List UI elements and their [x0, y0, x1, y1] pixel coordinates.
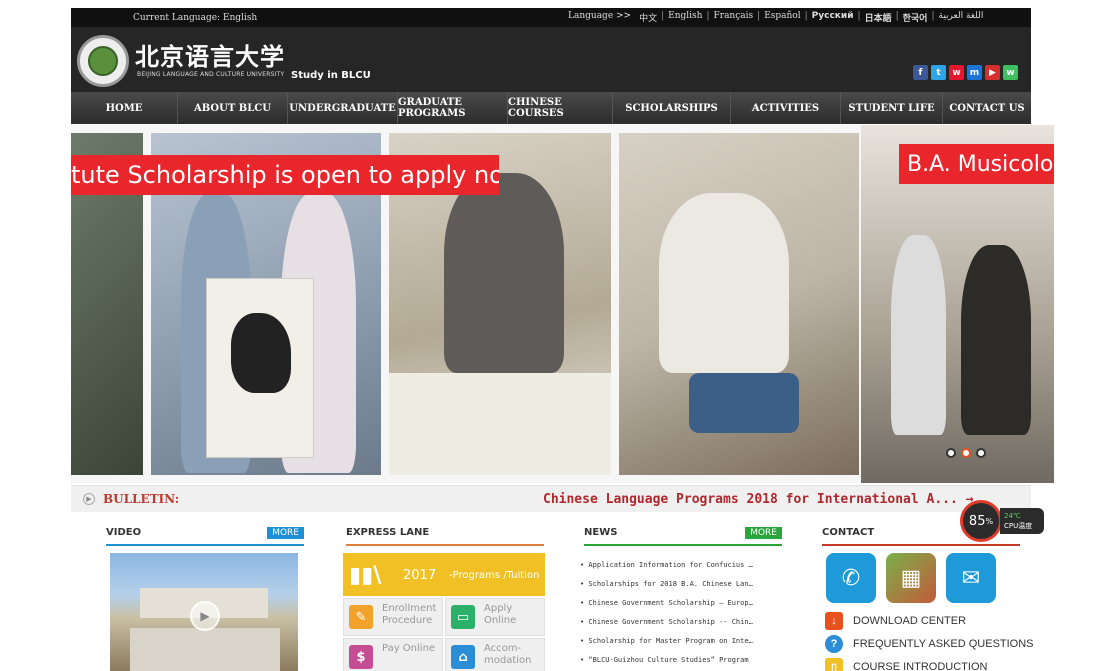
mail-icon[interactable]: ✉ [946, 553, 996, 603]
bulletin-label: BULLETIN: [103, 492, 180, 506]
video-title: VIDEO [106, 527, 142, 538]
slider-dot-3[interactable] [976, 448, 986, 458]
lang-korean[interactable]: 한국어 [899, 11, 932, 24]
book-icon: ▯ [825, 658, 843, 671]
lang-french[interactable]: Français [710, 11, 758, 24]
slider-dots [946, 448, 986, 458]
programs-tuition-banner[interactable]: ▮▮\ 2017 -Programs /Tuition [343, 553, 545, 596]
nav-chinese-courses[interactable]: CHINESE COURSES [508, 92, 613, 124]
programs-tuition-label: -Programs /Tuition [449, 570, 540, 581]
apply-online-tile[interactable]: ▭ Apply Online [445, 598, 545, 636]
accommodation-icon: ⌂ [451, 645, 475, 669]
enrollment-procedure-tile[interactable]: ✎ Enrollment Procedure [343, 598, 443, 636]
slider-dot-2[interactable] [961, 448, 971, 458]
video-section-header: VIDEO MORE [106, 524, 304, 546]
accommodation-tile[interactable]: ⌂ Accom-modation [445, 638, 545, 671]
study-in-blcu: Study in BLCU [291, 70, 371, 81]
pay-online-label: Pay Online [382, 643, 436, 654]
wechat-icon[interactable]: w [1003, 65, 1018, 80]
messenger-icon[interactable]: m [967, 65, 982, 80]
cpu-temp-box: 24℃ CPU温度 [1000, 508, 1044, 534]
nav-activities[interactable]: ACTIVITIES [731, 92, 841, 124]
news-list: • Application Information for Confucius … [580, 556, 785, 670]
download-center-label: DOWNLOAD CENTER [853, 615, 967, 627]
slide-caption-musicology[interactable]: B.A. Musicolo [899, 144, 1054, 184]
video-more-button[interactable]: MORE [267, 527, 304, 539]
language-switcher: Language >> 中文 | English | Français | Españ… [564, 11, 987, 24]
nav-about-blcu[interactable]: ABOUT BLCU [178, 92, 288, 124]
apply-online-icon: ▭ [451, 605, 475, 629]
lang-japanese[interactable]: 日本語 [861, 11, 896, 24]
site-header: 北京语言大学 BEIJING LANGUAGE AND CULTURE UNIV… [71, 27, 1031, 92]
enrollment-procedure-label: Enrollment Procedure [382, 603, 437, 626]
bulletin-bar: ▶ BULLETIN: Chinese Language Programs 20… [71, 485, 1031, 512]
cpu-temp: 24℃ [1004, 512, 1021, 520]
top-bar: Current Language: English Language >> 中文… [71, 8, 1031, 27]
course-introduction-link[interactable]: ▯ COURSE INTRODUCTION [825, 658, 987, 671]
pay-online-tile[interactable]: $ Pay Online [343, 638, 443, 671]
weibo-icon[interactable]: w [949, 65, 964, 80]
cpu-temp-label: CPU温度 [1004, 522, 1033, 530]
news-item[interactable]: • Scholarships for 2018 B.A. Chinese Lan… [580, 575, 785, 594]
news-item[interactable]: • “BLCU-Guizhou Culture Studies” Program [580, 651, 785, 670]
news-item[interactable]: • Application Information for Confucius … [580, 556, 785, 575]
lang-arabic[interactable]: اللغة العربية [935, 11, 988, 24]
language-prefix: Language >> [568, 11, 632, 21]
logo-chinese-name[interactable]: 北京语言大学 [135, 37, 285, 72]
cpu-percent-unit: % [985, 516, 994, 526]
pay-online-icon: $ [349, 645, 373, 669]
faq-label: FREQUENTLY ASKED QUESTIONS [853, 638, 1034, 650]
download-icon: ↓ [825, 612, 843, 630]
university-seal-logo[interactable] [77, 35, 129, 87]
lang-spanish[interactable]: Español [760, 11, 804, 24]
cpu-temperature-widget[interactable]: 85% 24℃ CPU温度 [960, 500, 1050, 542]
cpu-percent: 85 [968, 513, 986, 529]
logo-english-name: BEIJING LANGUAGE AND CULTURE UNIVERSITY [137, 71, 285, 78]
campus-map-icon[interactable]: ▦ [886, 553, 936, 603]
cpu-usage-ring: 85% [960, 500, 1002, 542]
phone-icon[interactable]: ✆ [826, 553, 876, 603]
nav-home[interactable]: HOME [71, 92, 178, 124]
accommodation-label: Accom-modation [484, 643, 532, 666]
slider-dot-1[interactable] [946, 448, 956, 458]
news-section-header: NEWS MORE [584, 524, 782, 546]
faq-link[interactable]: ? FREQUENTLY ASKED QUESTIONS [825, 635, 1034, 653]
nav-contact-us[interactable]: CONTACT US [943, 92, 1031, 124]
programs-year: 2017 [403, 568, 437, 583]
enrollment-procedure-icon: ✎ [349, 605, 373, 629]
question-icon: ? [825, 635, 843, 653]
social-links: f t w m ▶ w [913, 65, 1018, 80]
bulletin-arrow-icon: ▶ [83, 493, 95, 505]
slide-caption-scholarship[interactable]: tute Scholarship is open to apply now! [71, 155, 499, 195]
lang-english[interactable]: English [664, 11, 706, 24]
express-title: EXPRESS LANE [346, 527, 430, 538]
bulletin-headline[interactable]: Chinese Language Programs 2018 for Inter… [543, 492, 973, 507]
news-title: NEWS [584, 527, 618, 538]
nav-scholarships[interactable]: SCHOLARSHIPS [613, 92, 731, 124]
apply-online-label: Apply Online [484, 603, 517, 626]
news-item[interactable]: • Scholarship for Master Program on Inte… [580, 632, 785, 651]
news-item[interactable]: • Chinese Government Scholarship -- Chin… [580, 613, 785, 632]
lang-russian[interactable]: Русский [808, 11, 858, 24]
express-section-header: EXPRESS LANE [346, 524, 544, 546]
news-more-button[interactable]: MORE [745, 527, 782, 539]
contact-title: CONTACT [822, 527, 875, 538]
twitter-icon[interactable]: t [931, 65, 946, 80]
nav-student-life[interactable]: STUDENT LIFE [841, 92, 943, 124]
course-introduction-label: COURSE INTRODUCTION [853, 661, 988, 671]
download-center-link[interactable]: ↓ DOWNLOAD CENTER [825, 612, 966, 630]
nav-undergraduate[interactable]: UNDERGRADUATE [288, 92, 398, 124]
video-thumbnail[interactable]: ▶ [110, 553, 298, 671]
facebook-icon[interactable]: f [913, 65, 928, 80]
books-icon: ▮▮\ [349, 563, 382, 588]
play-icon[interactable]: ▶ [190, 601, 220, 631]
nav-graduate-programs[interactable]: GRADUATE PROGRAMS [398, 92, 508, 124]
hero-slider[interactable]: tute Scholarship is open to apply now! B… [71, 125, 1054, 483]
youtube-icon[interactable]: ▶ [985, 65, 1000, 80]
main-nav: HOME ABOUT BLCU UNDERGRADUATE GRADUATE PROG… [71, 92, 1031, 124]
banner-photo-acupuncture [619, 133, 859, 475]
current-language: Current Language: English [133, 12, 258, 23]
lang-chinese[interactable]: 中文 [635, 11, 661, 24]
news-item[interactable]: • Chinese Government Scholarship — Europ… [580, 594, 785, 613]
